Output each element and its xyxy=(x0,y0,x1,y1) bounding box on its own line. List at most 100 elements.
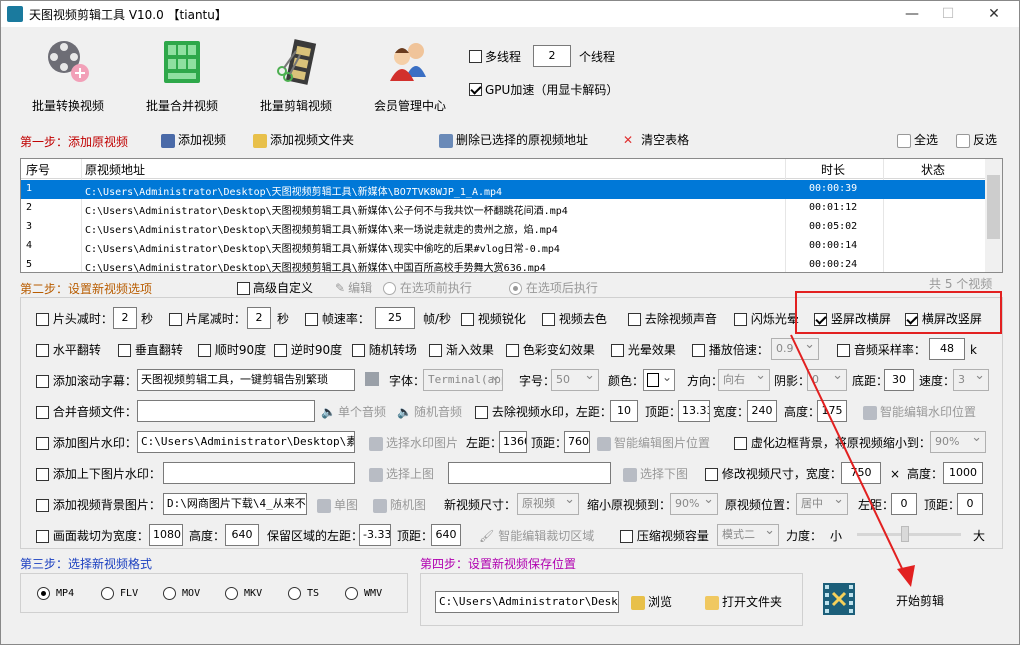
keep-left-input[interactable]: -3.33 xyxy=(359,524,391,546)
gpu-checkbox[interactable] xyxy=(469,82,482,96)
add-folder-button[interactable]: 添加视频文件夹 xyxy=(253,132,354,148)
new-size-select[interactable]: 原视频 xyxy=(517,493,579,515)
image-watermark-checkbox[interactable]: 添加图片水印： xyxy=(36,435,137,451)
fps-input[interactable]: 25 xyxy=(375,307,415,329)
img-left-input[interactable]: 1360 xyxy=(499,431,527,453)
head-trim-checkbox[interactable]: 片头减时： xyxy=(36,311,113,327)
video-table[interactable]: 序号 原视频地址 时长 状态 1 C:\Users\Administrator\… xyxy=(20,158,1003,273)
open-folder-button[interactable]: 打开文件夹 xyxy=(705,594,782,610)
decolor-checkbox[interactable]: 视频去色 xyxy=(542,311,607,327)
size-select[interactable]: 50 xyxy=(551,369,599,391)
choose-bottom-image-button[interactable]: 选择下图 xyxy=(623,466,688,482)
wm-top-input[interactable]: 13.33 xyxy=(678,400,710,422)
crop-height-input[interactable]: 640 xyxy=(225,524,259,546)
before-options-radio[interactable]: 在选项前执行 xyxy=(383,280,472,296)
random-trans-checkbox[interactable]: 随机转场 xyxy=(352,342,417,358)
invert-select-button[interactable]: 反选 xyxy=(956,132,997,148)
table-scrollbar[interactable] xyxy=(985,159,1002,272)
smart-crop-button[interactable]: 🖌 智能编辑裁切区域 xyxy=(479,528,594,544)
add-video-button[interactable]: 添加视频 xyxy=(161,132,226,148)
merge-audio-checkbox[interactable]: 合并音频文件： xyxy=(36,404,137,420)
start-edit-button[interactable]: 开始剪辑 xyxy=(896,592,944,609)
clear-table-button[interactable]: ✕ 清空表格 xyxy=(623,132,689,148)
bg-image-checkbox[interactable]: 添加视频背景图片： xyxy=(36,497,161,513)
table-row[interactable]: 3 C:\Users\Administrator\Desktop\天图视频剪辑工… xyxy=(21,218,986,237)
wm-width-input[interactable]: 240 xyxy=(747,400,777,422)
format-radio-mkv[interactable]: MKV xyxy=(225,586,262,602)
color-fx-checkbox[interactable]: 色彩变幻效果 xyxy=(506,342,595,358)
font-select[interactable]: Terminal(app xyxy=(423,369,503,391)
smart-image-position-button[interactable]: 智能编辑图片位置 xyxy=(597,435,710,451)
browse-button[interactable]: 浏览 xyxy=(631,594,672,610)
single-bg-button[interactable]: 单图 xyxy=(317,497,358,513)
member-center-button[interactable]: 会员管理中心 xyxy=(355,37,465,117)
random-audio-button[interactable]: 🔈 随机音频 xyxy=(397,404,462,420)
img-top-input[interactable]: 760 xyxy=(564,431,590,453)
fps-checkbox[interactable]: 帧速率： xyxy=(305,311,370,327)
compress-mode-select[interactable]: 模式二 xyxy=(717,524,779,546)
save-path-input[interactable]: C:\Users\Administrator\Desktop\ xyxy=(435,591,619,613)
direction-select[interactable]: 向右 xyxy=(718,369,770,391)
image-watermark-path[interactable]: C:\Users\Administrator\Desktop\素材\ xyxy=(137,431,355,453)
format-radio-mp4[interactable]: MP4 xyxy=(37,586,74,602)
fade-in-checkbox[interactable]: 渐入效果 xyxy=(429,342,494,358)
scroll-sub-checkbox[interactable]: 添加滚动字幕： xyxy=(36,373,137,389)
single-audio-button[interactable]: 🔈 单个音频 xyxy=(321,404,386,420)
delete-selected-button[interactable]: 删除已选择的原视频地址 xyxy=(439,132,588,148)
sample-rate-input[interactable]: 48 xyxy=(929,338,965,360)
rot90cw-checkbox[interactable]: 顺时90度 xyxy=(198,342,266,358)
crop-width-input[interactable]: 1080 xyxy=(149,524,183,546)
remove-audio-checkbox[interactable]: 去除视频声音 xyxy=(628,311,717,327)
hflip-checkbox[interactable]: 水平翻转 xyxy=(36,342,101,358)
scroll-speed-select[interactable]: 3 xyxy=(953,369,989,391)
rot90ccw-checkbox[interactable]: 逆时90度 xyxy=(274,342,342,358)
format-radio-ts[interactable]: TS xyxy=(288,586,319,602)
compress-checkbox[interactable]: 压缩视频容量 xyxy=(620,528,709,544)
tail-trim-input[interactable]: 2 xyxy=(247,307,271,329)
crop-top-input[interactable]: 640 xyxy=(431,524,461,546)
table-row[interactable]: 5 C:\Users\Administrator\Desktop\天图视频剪辑工… xyxy=(21,256,986,272)
batch-merge-button[interactable]: 批量合并视频 xyxy=(127,37,237,117)
flash-checkbox[interactable]: 闪烁光晕 xyxy=(734,311,799,327)
vflip-checkbox[interactable]: 垂直翻转 xyxy=(118,342,183,358)
blur-scale-select[interactable]: 90% xyxy=(930,431,986,453)
crop-checkbox[interactable]: 画面裁切为宽度： xyxy=(36,528,149,544)
resize-height-input[interactable]: 1000 xyxy=(943,462,983,484)
format-radio-flv[interactable]: FLV xyxy=(101,586,138,602)
wm-left-input[interactable]: 10 xyxy=(610,400,638,422)
head-trim-input[interactable]: 2 xyxy=(113,307,137,329)
font-picker-icon[interactable] xyxy=(365,372,379,386)
choose-watermark-button[interactable]: 选择水印图片 xyxy=(369,435,458,451)
edit-button[interactable]: ✎ 编辑 xyxy=(335,280,372,296)
format-radio-wmv[interactable]: WMV xyxy=(345,586,382,602)
batch-edit-button[interactable]: 批量剪辑视频 xyxy=(241,37,351,117)
close-button[interactable]: ✕ xyxy=(979,4,1009,24)
tail-trim-checkbox[interactable]: 片尾减时： xyxy=(169,311,246,327)
bg-image-path[interactable]: D:\网商图片下载\4_从来不 xyxy=(163,493,307,515)
color-picker[interactable]: ⌄ xyxy=(643,369,675,391)
top-image-input[interactable] xyxy=(163,462,355,484)
table-row[interactable]: 4 C:\Users\Administrator\Desktop\天图视频剪辑工… xyxy=(21,237,986,256)
thread-count-input[interactable]: 2 xyxy=(533,45,571,67)
updown-image-checkbox[interactable]: 添加上下图片水印： xyxy=(36,466,161,482)
table-row[interactable]: 1 C:\Users\Administrator\Desktop\天图视频剪辑工… xyxy=(21,180,986,199)
batch-convert-button[interactable]: 批量转换视频 xyxy=(13,37,123,117)
select-all-button[interactable]: 全选 xyxy=(897,132,938,148)
maximize-button[interactable]: ☐ xyxy=(933,4,963,24)
table-row[interactable]: 2 C:\Users\Administrator\Desktop\天图视频剪辑工… xyxy=(21,199,986,218)
merge-audio-input[interactable] xyxy=(137,400,315,422)
bg-top-input[interactable]: 0 xyxy=(957,493,983,515)
scroll-sub-input[interactable]: 天图视频剪辑工具，一键剪辑告别繁琐 xyxy=(137,369,355,391)
halo-fx-checkbox[interactable]: 光晕效果 xyxy=(611,342,676,358)
minimize-button[interactable]: — xyxy=(897,4,927,24)
random-bg-button[interactable]: 随机图 xyxy=(373,497,426,513)
bottom-image-input[interactable] xyxy=(448,462,611,484)
sharpen-checkbox[interactable]: 视频锐化 xyxy=(461,311,526,327)
remove-watermark-checkbox[interactable]: 去除视频水印，左距： xyxy=(475,404,612,420)
after-options-radio[interactable]: 在选项后执行 xyxy=(509,280,598,296)
multithread-checkbox[interactable] xyxy=(469,49,482,63)
format-radio-mov[interactable]: MOV xyxy=(163,586,200,602)
advanced-custom-checkbox[interactable] xyxy=(237,281,250,295)
speed-checkbox[interactable]: 播放倍速： xyxy=(692,342,769,358)
shrink-select[interactable]: 90% xyxy=(670,493,718,515)
